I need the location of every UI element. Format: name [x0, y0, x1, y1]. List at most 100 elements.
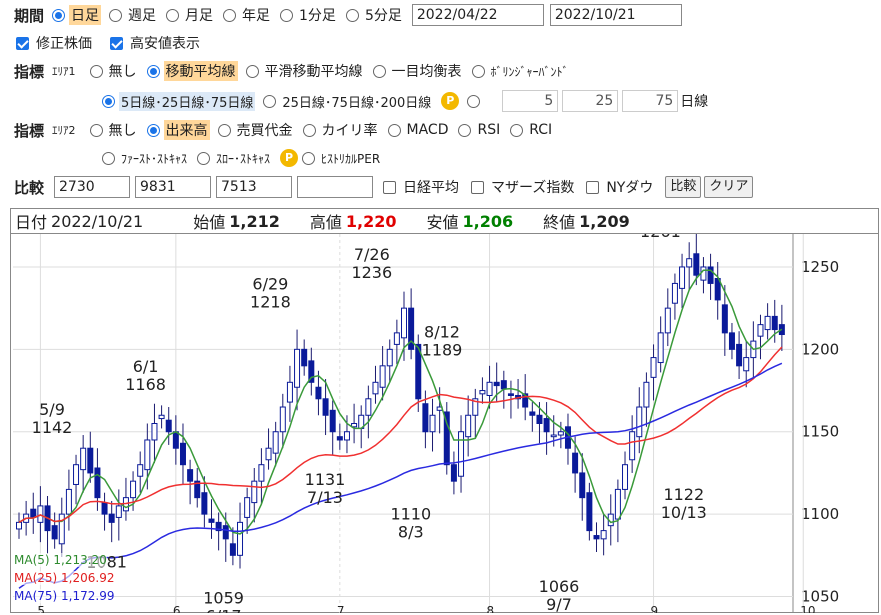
radio-icon[interactable]	[109, 8, 123, 22]
ma-custom-1[interactable]: 5	[502, 90, 559, 112]
open-label: 始値	[193, 213, 226, 232]
compare-button[interactable]: 比較	[665, 176, 702, 198]
radio-icon[interactable]	[166, 8, 180, 22]
annotation-date: 6/17	[206, 607, 242, 613]
radio-icon[interactable]	[387, 123, 401, 137]
ind2-turnover[interactable]: 売買代金	[210, 120, 295, 140]
ma5-legend: MA(5) 1,213.20	[14, 553, 107, 567]
candle-body	[593, 535, 600, 540]
candle-body	[693, 253, 700, 276]
ind1-bollinger[interactable]: ﾎﾞﾘﾝｼﾞｬｰﾊﾞﾝﾄﾞ	[464, 63, 571, 80]
clear-button[interactable]: クリア	[704, 176, 754, 198]
candle-body	[115, 505, 122, 518]
candlestick-plot[interactable]: 1050 1100 1150 1200 1250 5 6 7 8 9 10 5/91142 6/1116…	[11, 234, 878, 613]
radio-icon[interactable]	[263, 94, 277, 108]
ma-option-5-25-75[interactable]: 5日線･25日線･75日線	[94, 91, 256, 111]
candle-body	[550, 434, 557, 438]
ma-custom-radio[interactable]	[467, 94, 481, 108]
ind2-rsi[interactable]: RSI	[450, 122, 502, 138]
date-from-input[interactable]: 2022/04/22	[411, 4, 544, 26]
ind2-hist-per[interactable]: ﾋｽﾄﾘｶﾙPER	[298, 150, 382, 167]
date-to-input[interactable]: 2022/10/21	[549, 4, 682, 26]
period-option-1min[interactable]: 1分足	[272, 5, 338, 25]
radio-icon[interactable]	[471, 64, 485, 78]
radio-icon[interactable]	[52, 8, 66, 22]
candle-body	[151, 423, 158, 441]
compare-label: 比較	[14, 178, 45, 197]
ind2-none[interactable]: 無し	[82, 120, 139, 140]
radio-icon[interactable]	[146, 123, 160, 137]
ma-custom-2[interactable]: 25	[562, 90, 619, 112]
annotation-value: 1059	[203, 589, 244, 608]
radio-icon[interactable]	[197, 151, 211, 165]
ind1-smooth-ma[interactable]: 平滑移動平均線	[238, 61, 365, 81]
candle-body	[728, 332, 735, 350]
x-tick-label: 8	[487, 604, 495, 613]
candle-body	[80, 447, 87, 471]
candle-body	[137, 464, 144, 477]
ma-unit-label: 日線	[680, 94, 709, 110]
radio-icon[interactable]	[302, 123, 316, 137]
ind1-ichimoku[interactable]: 一目均衡表	[365, 61, 464, 81]
ind2-fast-stoch[interactable]: ﾌｧｰｽﾄ･ｽﾄｷｬｽ	[94, 150, 189, 167]
candle-body	[429, 414, 436, 433]
ma-option-25-75-200[interactable]: 25日線･75日線･200日線	[255, 92, 433, 111]
candle-body	[130, 480, 137, 499]
annotation-value: 1066	[539, 577, 580, 596]
y-tick-label: 1150	[801, 423, 839, 441]
nydow-checkbox[interactable]	[586, 180, 600, 194]
compare-code-2[interactable]: 9831	[135, 176, 212, 198]
compare-code-1[interactable]: 2730	[54, 176, 131, 198]
period-option-monthly[interactable]: 月足	[158, 5, 215, 25]
ma25-legend: MA(25) 1,206.92	[14, 571, 115, 585]
period-option-5min[interactable]: 5分足	[338, 5, 404, 25]
radio-icon[interactable]	[223, 8, 237, 22]
ma-custom-3[interactable]: 75	[622, 90, 679, 112]
radio-icon[interactable]	[345, 8, 359, 22]
radio-icon[interactable]	[102, 94, 115, 108]
compare-code-4[interactable]	[297, 176, 374, 198]
ind2-volume[interactable]: 出来高	[139, 120, 210, 140]
ind2-macd[interactable]: MACD	[380, 122, 451, 138]
ind1-none[interactable]: 無し	[82, 61, 139, 81]
radio-icon[interactable]	[302, 151, 316, 165]
radio-icon[interactable]	[146, 64, 160, 78]
ind1-ma[interactable]: 移動平均線	[139, 61, 238, 81]
candle-body	[579, 472, 586, 499]
period-option-weekly[interactable]: 週足	[101, 5, 158, 25]
candle-body	[479, 390, 486, 395]
radio-icon[interactable]	[372, 64, 386, 78]
adjusted-checkbox[interactable]	[16, 36, 29, 50]
radio-icon[interactable]	[89, 123, 103, 137]
candle-body	[65, 488, 72, 515]
radio-icon[interactable]	[458, 123, 472, 137]
candle-body	[16, 521, 22, 530]
ind2-slow-stoch[interactable]: ｽﾛｰ･ｽﾄｷｬｽ	[189, 150, 272, 167]
compare-code-3[interactable]: 7513	[216, 176, 293, 198]
y-tick-label: 1250	[801, 258, 839, 276]
adjusted-label: 修正株価	[36, 36, 92, 52]
candle-body	[365, 398, 372, 416]
radio-icon[interactable]	[217, 123, 231, 137]
annotation-date: 6/29	[252, 275, 288, 294]
stock-chart[interactable]: 日付 2022/10/21 始値 1,212 高値 1,220 安値 1,206 終値…	[10, 208, 879, 613]
candle-body	[101, 502, 108, 515]
nikkei-checkbox[interactable]	[383, 180, 397, 194]
candle-body	[158, 414, 165, 420]
radio-icon[interactable]	[245, 64, 259, 78]
annotation-date: 8/12	[424, 322, 460, 341]
period-row: 期間 日足 週足 月足 年足 1分足 5分足 2022/04/22 2022/1…	[0, 2, 682, 28]
period-option-yearly[interactable]: 年足	[215, 5, 272, 25]
radio-icon[interactable]	[510, 123, 524, 137]
candle-body	[108, 513, 115, 523]
mothers-label: マザーズ指数	[491, 180, 575, 196]
highlow-checkbox[interactable]	[110, 36, 123, 50]
mothers-checkbox[interactable]	[471, 180, 485, 194]
ind2-rci[interactable]: RCI	[502, 122, 554, 138]
candle-body	[557, 431, 564, 436]
ind2-deviation[interactable]: カイリ率	[295, 120, 380, 140]
radio-icon[interactable]	[102, 151, 115, 165]
period-option-daily[interactable]: 日足	[44, 5, 102, 25]
radio-icon[interactable]	[89, 64, 103, 78]
radio-icon[interactable]	[280, 8, 294, 22]
